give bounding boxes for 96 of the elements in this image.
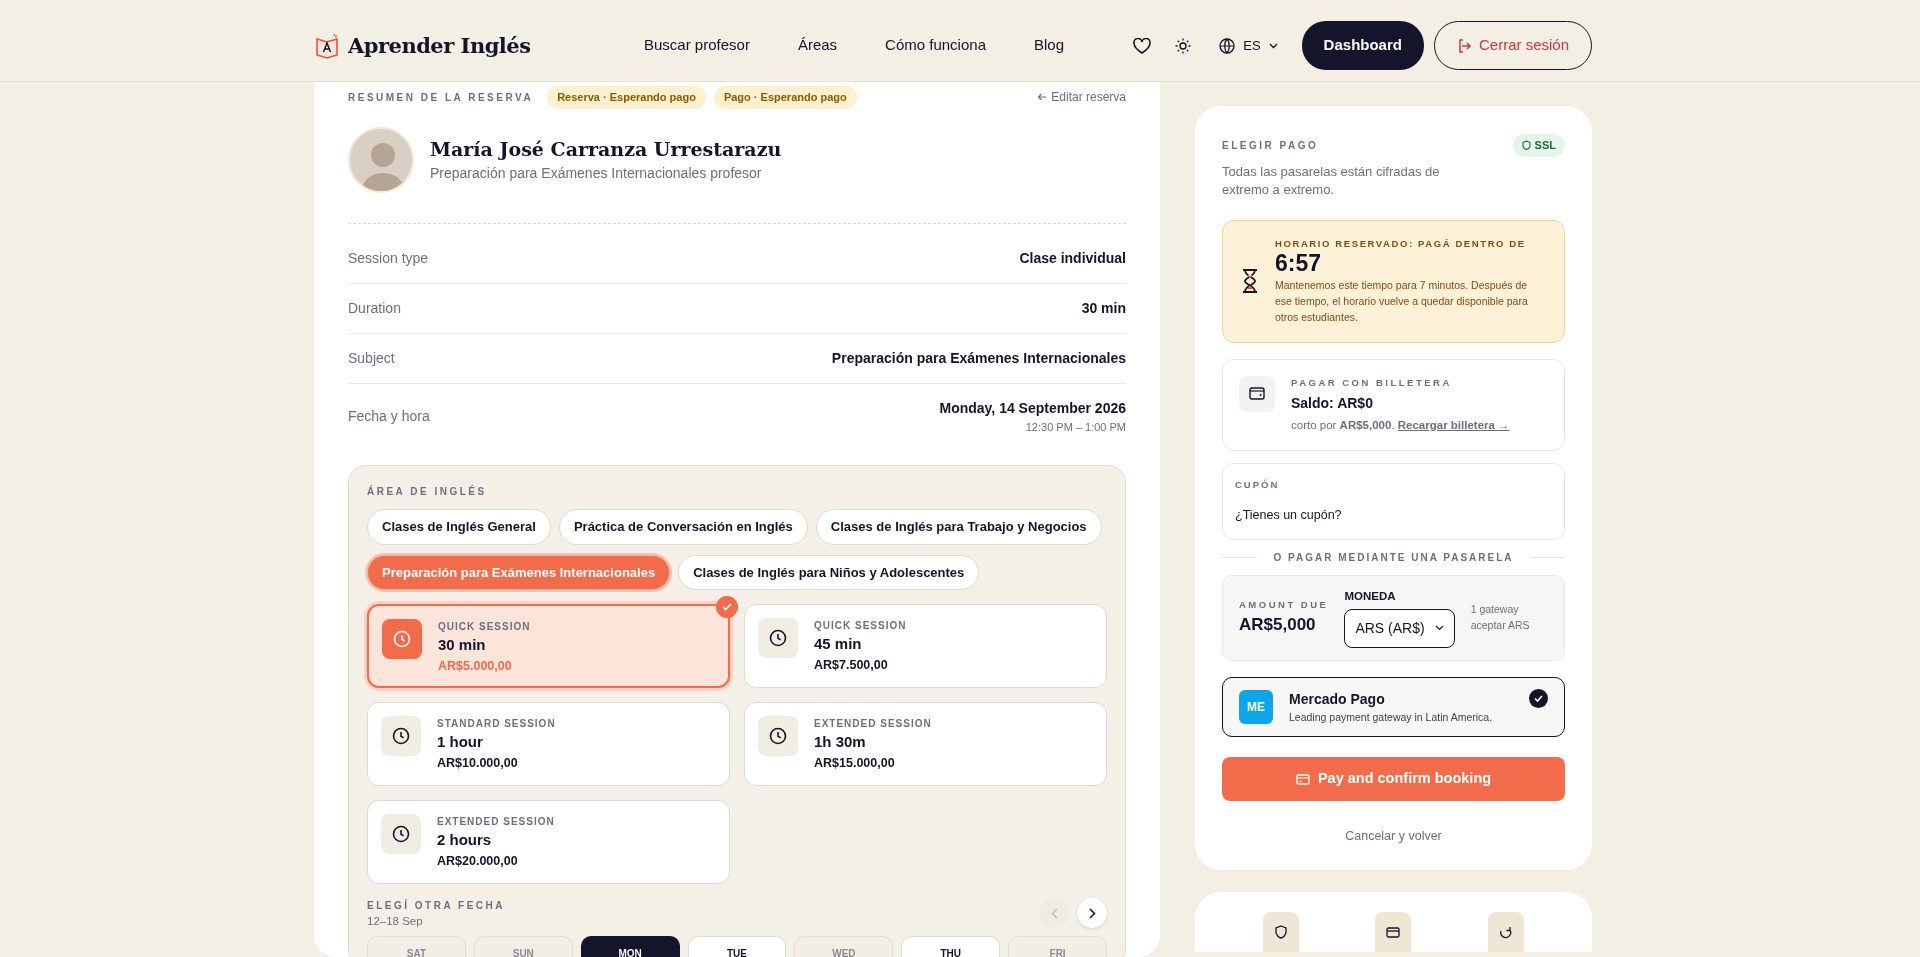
currency-label: MONEDA	[1344, 589, 1397, 605]
clock-icon	[382, 619, 422, 659]
divider-text: O PAGAR MEDIANTE UNA PASARELA	[1273, 551, 1514, 566]
clock-icon	[381, 814, 421, 854]
logout-icon	[1456, 38, 1471, 53]
session-option[interactable]: EXTENDED SESSION 2 hours AR$20.000,00	[367, 800, 730, 884]
day-tab[interactable]: MON	[580, 936, 680, 957]
language-selector[interactable]: ES	[1243, 35, 1261, 56]
teacher-subtitle: Preparación para Exámenes Internacionales profesor	[430, 164, 763, 184]
area-chip[interactable]: Práctica de Conversación en Inglés	[558, 509, 808, 545]
gateway-logo: ME	[1239, 689, 1273, 724]
detail-value: 30 min	[1081, 298, 1126, 318]
edit-booking-link[interactable]: Editar reserva	[1037, 88, 1126, 107]
chevron-left-icon	[1050, 907, 1058, 919]
wallet-balance: Saldo: AR$0	[1291, 393, 1374, 413]
wallet-note: corto por AR$5,000. Recargar billetera →	[1291, 417, 1510, 433]
timer-title: HORARIO RESERVADO: PAGÁ DENTRO DE	[1275, 237, 1527, 252]
check-icon	[716, 596, 738, 618]
cancel-link[interactable]: Cancelar y volver	[1345, 829, 1442, 844]
detail-subvalue: 12:30 PM – 1:00 PM	[1024, 419, 1126, 435]
chevron-down-icon[interactable]	[1268, 42, 1278, 49]
session-type: STANDARD SESSION	[437, 717, 556, 731]
amount-label: AMOUNT DUE	[1239, 598, 1329, 613]
nav-link[interactable]: Blog	[1034, 34, 1064, 57]
area-chip[interactable]: Clases de Inglés para Niños y Adolescentes	[678, 554, 980, 590]
hourglass-icon	[1241, 268, 1259, 295]
chevron-down-icon	[1434, 625, 1444, 632]
status-badge: Pago · Esperando pago	[713, 86, 857, 109]
section-title: RESUMEN DE LA RESERVA	[348, 90, 534, 105]
detail-value: Monday, 14 September 2026	[939, 398, 1126, 418]
session-type: QUICK SESSION	[438, 620, 531, 634]
detail-value: Preparación para Exámenes Internacionales	[831, 348, 1126, 368]
session-type: EXTENDED SESSION	[814, 717, 932, 731]
session-price: AR$15.000,00	[814, 754, 896, 772]
chevron-right-icon	[1088, 907, 1096, 919]
description: Todas las pasarelas están cifradas de extremo a extremo.	[1222, 162, 1441, 200]
session-option[interactable]: EXTENDED SESSION 1h 30m AR$15.000,00	[744, 702, 1107, 786]
detail-label: Duration	[348, 298, 401, 318]
clock-icon	[758, 716, 798, 756]
countdown: 6:57	[1275, 251, 1323, 277]
coupon-label: CUPÓN	[1235, 478, 1281, 493]
session-price: AR$20.000,00	[437, 852, 519, 870]
card-icon	[1375, 912, 1412, 953]
shield-icon	[1521, 140, 1531, 151]
next-button[interactable]	[1077, 898, 1107, 928]
session-duration: 2 hours	[437, 830, 493, 850]
session-type: EXTENDED SESSION	[437, 815, 555, 829]
amount-value: AR$5,000	[1239, 614, 1317, 637]
session-price: AR$5.000,00	[438, 657, 513, 675]
currency-select[interactable]: ARS (AR$)	[1344, 608, 1455, 648]
card-icon	[1295, 773, 1310, 785]
logo-icon	[314, 32, 340, 59]
nav-link[interactable]: Cómo funciona	[885, 34, 986, 57]
clock-icon	[758, 618, 798, 658]
nav-link[interactable]: Buscar profesor	[644, 34, 750, 57]
arrow-left-icon	[1037, 93, 1048, 102]
session-option[interactable]: STANDARD SESSION 1 hour AR$10.000,00	[367, 702, 730, 786]
section-title: ELEGIR PAGO	[1222, 138, 1319, 153]
dashboard-button[interactable]: Dashboard	[1301, 21, 1424, 70]
gateway-note: 1 gateway aceptar ARS	[1470, 602, 1531, 633]
wallet-title: PAGAR CON BILLETERA	[1291, 375, 1453, 390]
nav-link[interactable]: Áreas	[797, 34, 838, 57]
heart-icon[interactable]	[1133, 37, 1152, 54]
detail-value: Clase individual	[1019, 248, 1126, 268]
site-logo-text[interactable]: Aprender Inglés	[348, 29, 531, 62]
detail-label: Session type	[348, 248, 429, 268]
recharge-link[interactable]: Recargar billetera →	[1397, 418, 1510, 431]
area-chip[interactable]: Clases de Inglés General	[367, 509, 551, 545]
session-price: AR$7.500,00	[814, 656, 889, 674]
globe-icon[interactable]	[1219, 37, 1236, 54]
session-option[interactable]: QUICK SESSION 45 min AR$7.500,00	[744, 604, 1107, 688]
clock-icon	[381, 716, 421, 756]
shield-icon	[1263, 912, 1300, 953]
date-range: 12–18 Sep	[367, 914, 424, 929]
day-tab[interactable]: THU	[901, 936, 1001, 957]
area-chip[interactable]: Clases de Inglés para Trabajo y Negocios	[815, 509, 1102, 545]
section-title: ELEGÍ OTRA FECHA	[367, 898, 505, 913]
ssl-badge: SSL	[1512, 134, 1565, 157]
session-duration: 1 hour	[437, 732, 484, 752]
day-tab[interactable]: TUE	[687, 936, 787, 957]
detail-label: Subject	[348, 348, 395, 368]
wallet-icon	[1249, 387, 1265, 401]
sun-icon[interactable]	[1175, 37, 1192, 54]
teacher-name: María José Carranza Urrestarazu	[430, 136, 782, 162]
refresh-icon	[1487, 912, 1524, 953]
session-option[interactable]: QUICK SESSION 30 min AR$5.000,00	[367, 604, 730, 688]
gateway-option[interactable]: ME Mercado Pago Leading payment gateway in Latin America.	[1222, 676, 1565, 738]
session-duration: 1h 30m	[814, 732, 867, 752]
session-duration: 45 min	[814, 634, 863, 654]
section-title: ÁREA DE INGLÉS	[367, 484, 488, 499]
timer-note: Mantenemos este tiempo para 7 minutos. Después de ese tiempo, el horario vuelve a quedar disponible para otros estudiantes.	[1275, 277, 1529, 326]
detail-label: Fecha y hora	[348, 406, 430, 426]
status-badge: Reserva · Esperando pago	[547, 86, 706, 109]
session-price: AR$10.000,00	[437, 754, 519, 772]
session-type: QUICK SESSION	[814, 619, 907, 633]
session-duration: 30 min	[438, 635, 487, 655]
